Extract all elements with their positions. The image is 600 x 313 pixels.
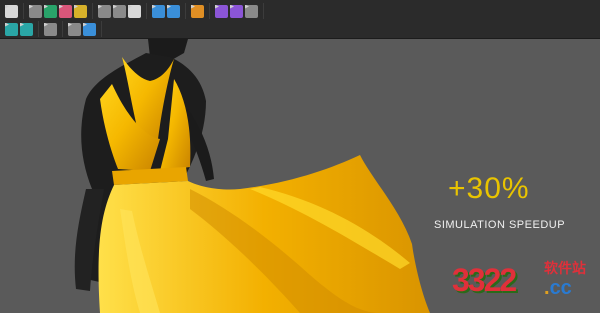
yellow-dress xyxy=(98,57,430,313)
arrange-icon[interactable] xyxy=(5,22,18,36)
toolbar-group-pins xyxy=(147,3,186,19)
shirt-icon[interactable] xyxy=(44,4,57,18)
speedup-caption: SIMULATION SPEEDUP xyxy=(434,219,566,231)
figure-icon[interactable] xyxy=(245,4,258,18)
arrow-down-icon[interactable] xyxy=(5,4,18,18)
toolbar-group-render xyxy=(63,21,102,37)
toolbar-group-body xyxy=(39,21,63,37)
pin-icon[interactable] xyxy=(152,4,165,18)
watermark-site-label: 软件站 xyxy=(544,260,586,276)
fold-icon[interactable] xyxy=(128,4,141,18)
render-icon[interactable] xyxy=(68,22,81,36)
render-settings-icon[interactable] xyxy=(83,22,96,36)
toolbar xyxy=(0,0,600,39)
watermark-logo: 3322 软件站 .cc xyxy=(452,256,592,306)
toolbar-row-2 xyxy=(0,20,102,38)
figure-run-icon[interactable] xyxy=(191,4,204,18)
tack-icon[interactable] xyxy=(167,4,180,18)
watermark-number: 3322 xyxy=(452,262,517,298)
toolbar-group-pattern xyxy=(93,3,147,19)
pattern-icon[interactable] xyxy=(113,4,126,18)
3d-viewport[interactable]: +30% SIMULATION SPEEDUP 3322 软件站 .cc xyxy=(0,39,600,313)
move-icon[interactable] xyxy=(29,4,42,18)
body-icon[interactable] xyxy=(44,22,57,36)
toolbar-group-measure xyxy=(210,3,264,19)
watermark-domain: .cc xyxy=(544,277,572,299)
toolbar-group-avatar xyxy=(186,3,210,19)
toolbar-group-garment xyxy=(24,3,93,19)
circle-measure-icon[interactable] xyxy=(230,4,243,18)
toolbar-row-1 xyxy=(0,2,264,20)
measure-icon[interactable] xyxy=(215,4,228,18)
speedup-headline: +30% xyxy=(448,172,530,205)
toolbar-group-arrange xyxy=(0,21,39,37)
sew-icon[interactable] xyxy=(98,4,111,18)
texture-icon[interactable] xyxy=(74,4,87,18)
shirt-edit-icon[interactable] xyxy=(59,4,72,18)
grid-icon[interactable] xyxy=(20,22,33,36)
toolbar-group-select xyxy=(0,3,24,19)
